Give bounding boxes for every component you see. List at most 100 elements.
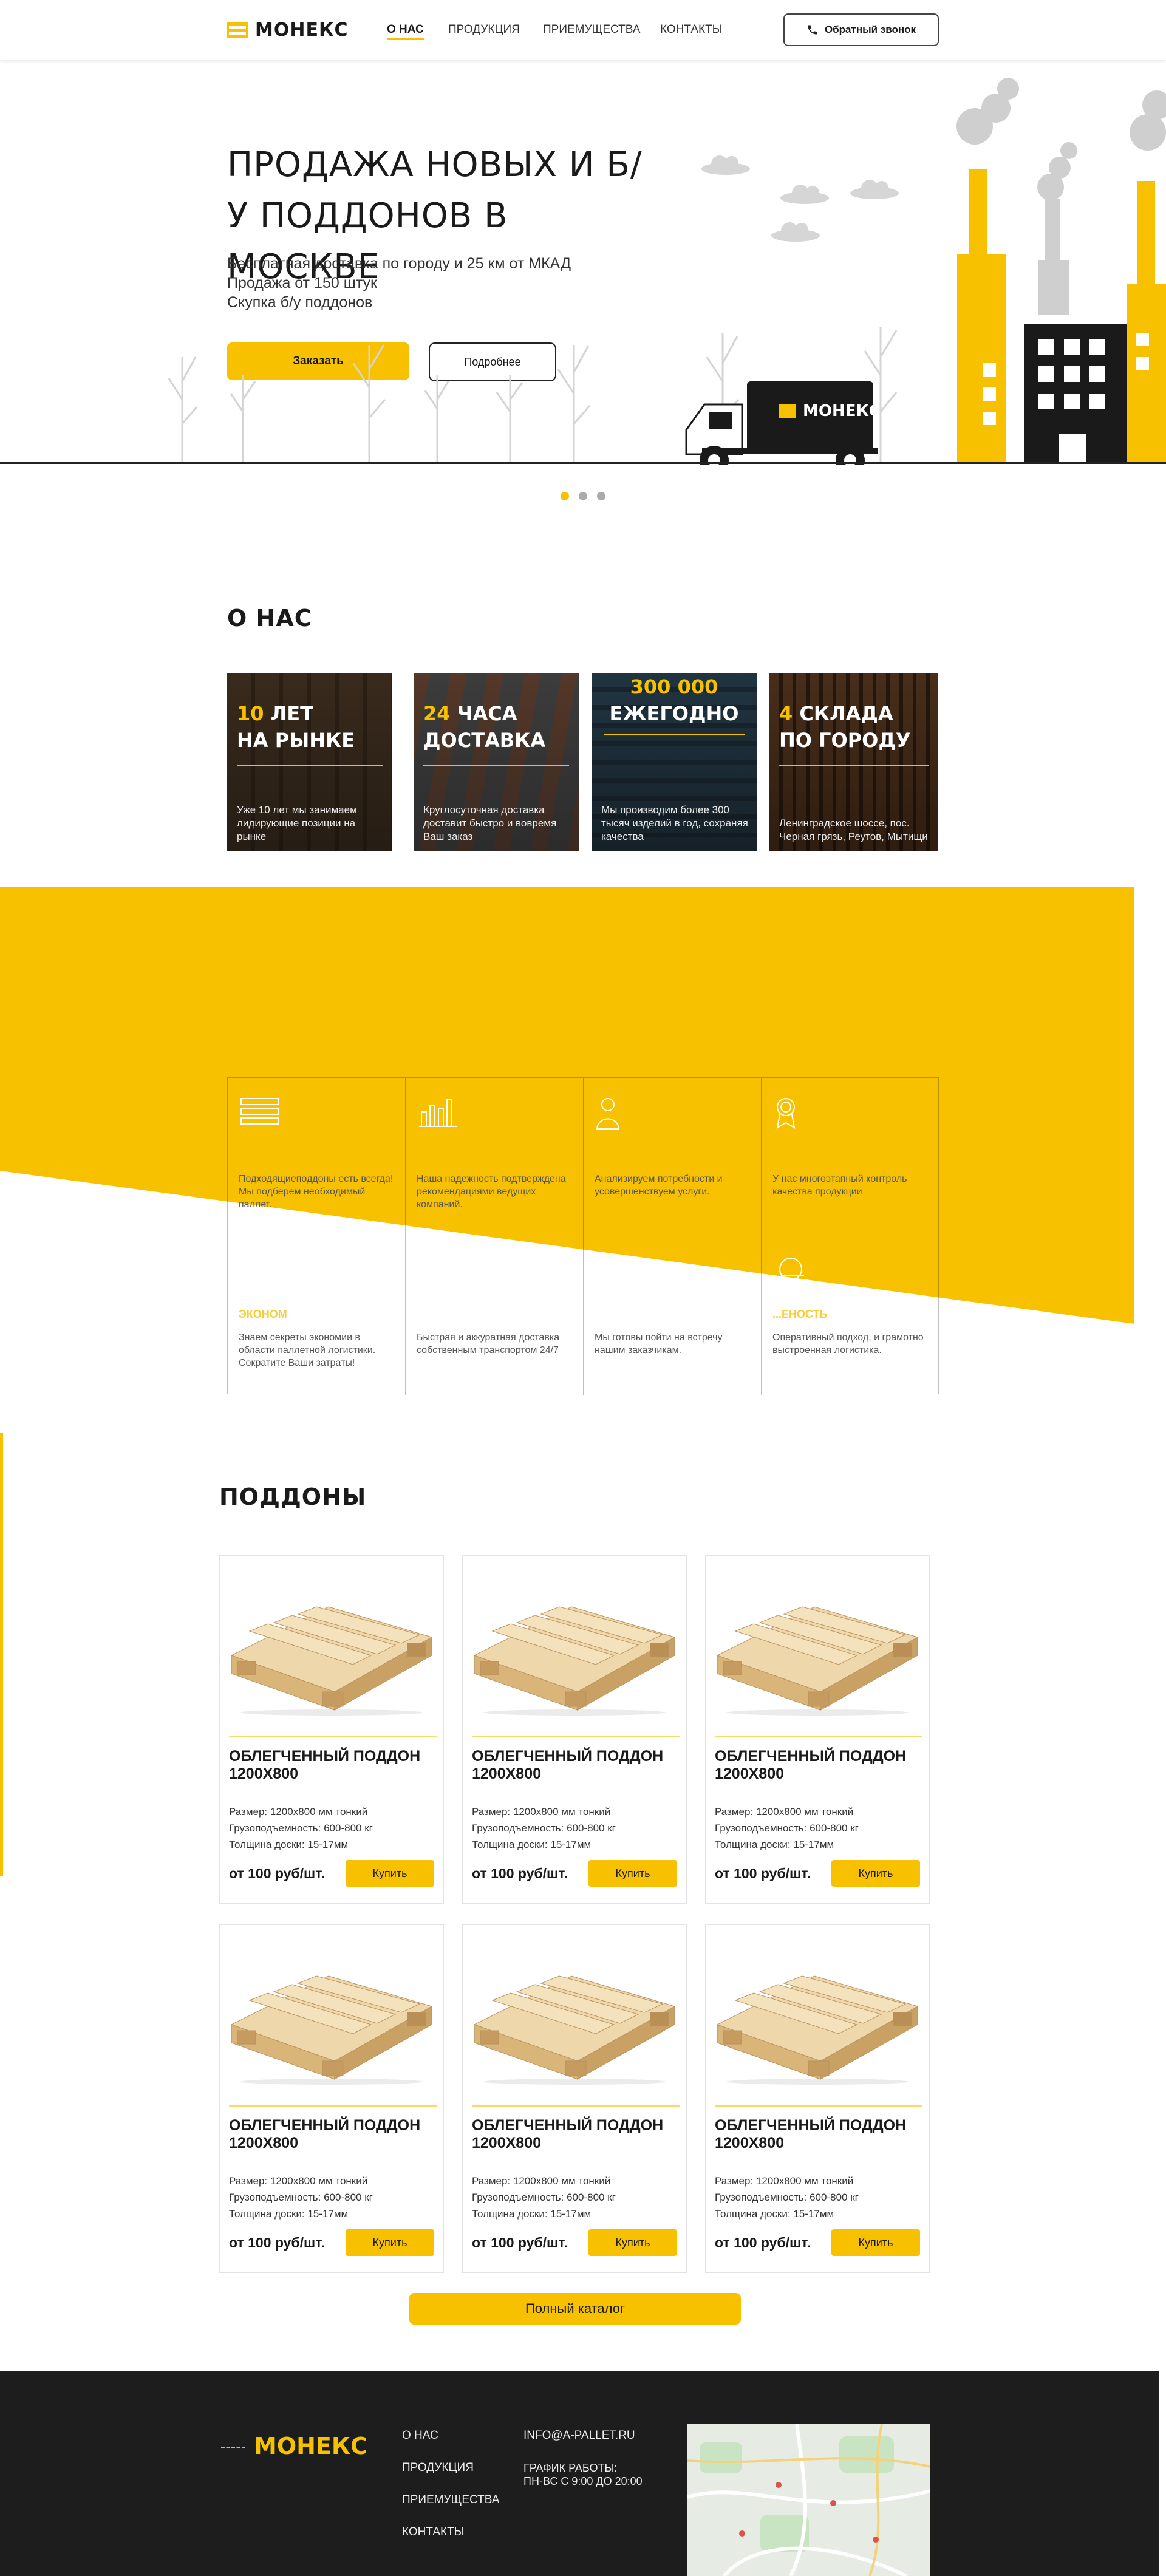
- about-card-desc: Круглосуточная доставка доставит быстро …: [423, 804, 557, 842]
- about-card-number: 4: [779, 702, 793, 725]
- pallet-image: [473, 1975, 676, 2085]
- slider-dot-3[interactable]: [597, 492, 605, 500]
- product-name[interactable]: ОБЛЕГЧЕННЫЙ ПОДДОН 1200X800: [472, 1748, 678, 1783]
- about-card-delivery: 24 ЧАСА ДОСТАВКА Круглосуточная доставка …: [414, 673, 579, 851]
- about-card-desc: Уже 10 лет мы занимаем лидирующие позици…: [237, 804, 357, 842]
- about-card-label: ПО ГОРОДУ: [779, 729, 911, 752]
- advantage-title: ЭКОНОМ: [239, 1308, 287, 1320]
- award-icon: [776, 1098, 796, 1129]
- about-card-label: ДОСТАВКА: [423, 729, 546, 752]
- phone-icon: [808, 25, 817, 35]
- advantage-item: ЭКОНОМ Знаем секреты экономии в области …: [228, 1236, 406, 1395]
- product-name[interactable]: ОБЛЕГЧЕННЫЙ ПОДДОН 1200X800: [472, 2117, 678, 2152]
- product-size: Размер: 1200х800 мм тонкий: [229, 1806, 368, 1818]
- advantage-item: Подходящиеподдоны есть всегда! Мы подбер…: [228, 1078, 406, 1236]
- footer-link-contacts[interactable]: КОНТАКТЫ: [402, 2526, 465, 2539]
- product-name[interactable]: ОБЛЕГЧЕННЫЙ ПОДДОН 1200X800: [229, 1748, 435, 1783]
- footer-hours-value: ПН-ВС С 9:00 ДО 20:00: [523, 2475, 643, 2487]
- about-card-desc: Мы производим более 300 тысяч изделий в …: [601, 804, 748, 842]
- nav-item-about[interactable]: О НАС: [387, 23, 424, 40]
- product-name[interactable]: ОБЛЕГЧЕННЫЙ ПОДДОН 1200X800: [715, 2117, 921, 2152]
- service-icon: [779, 1258, 808, 1281]
- nav-item-advantages[interactable]: ПРИЕМУЩЕСТВА: [543, 23, 640, 36]
- about-card-number: 24: [423, 702, 451, 725]
- product-specs: Размер: 1200х800 мм тонкий Грузоподъемнос…: [229, 1804, 373, 1853]
- product-load: Грузоподъемность: 600-800 кг: [472, 2192, 616, 2203]
- advantage-title: ...ЕНОСТЬ: [772, 1308, 828, 1320]
- nav-item-contacts[interactable]: КОНТАКТЫ: [660, 23, 723, 36]
- footer-hours: ГРАФИК РАБОТЫ: ПН-ВС С 9:00 ДО 20:00: [523, 2461, 643, 2488]
- product-price: от 100 руб/шт.: [472, 2235, 568, 2251]
- buy-button[interactable]: Купить: [831, 1860, 920, 1887]
- callback-button[interactable]: Обратный звонок: [783, 13, 939, 46]
- products-heading: ПОДДОНЫ: [219, 1484, 367, 1510]
- product-size: Размер: 1200х800 мм тонкий: [472, 2175, 611, 2187]
- product-price: от 100 руб/шт.: [229, 1866, 325, 1881]
- product-card: ОБЛЕГЧЕННЫЙ ПОДДОН 1200X800 Размер: 1200х…: [705, 1555, 930, 1904]
- site-footer: МОНЕКС О НАС ПРОДУКЦИЯ ПРИЕМУЩЕСТВА КОНТ…: [0, 2371, 1159, 2576]
- footer-link-products[interactable]: ПРОДУКЦИЯ: [402, 2461, 474, 2475]
- product-price: от 100 руб/шт.: [472, 1866, 568, 1881]
- product-name[interactable]: ОБЛЕГЧЕННЫЙ ПОДДОН 1200X800: [229, 2117, 435, 2152]
- buy-button[interactable]: Купить: [831, 2229, 920, 2256]
- pallet-logo-icon: [227, 22, 248, 38]
- advantage-item: Анализируем потребности и усовершенствуе…: [584, 1078, 762, 1236]
- product-thickness: Толщина доски: 15-17мм: [472, 2208, 592, 2220]
- product-specs: Размер: 1200х800 мм тонкий Грузоподъемнос…: [229, 2173, 373, 2222]
- map-icon: [687, 2424, 930, 2576]
- pallet-stack-icon: [240, 1098, 279, 1125]
- advantage-item: Быстрая и аккуратная доставка собственны…: [406, 1236, 584, 1395]
- about-card-number: 10: [237, 702, 264, 725]
- advantage-item: Наша надежность подтверждена рекомендаци…: [406, 1078, 584, 1236]
- slider-dot-2[interactable]: [579, 492, 587, 500]
- brand-name: МОНЕКС: [255, 19, 349, 41]
- product-specs: Размер: 1200х800 мм тонкий Грузоподъемнос…: [472, 2173, 616, 2222]
- brand-logo[interactable]: МОНЕКС: [227, 19, 349, 41]
- truck-brand: МОНЕКС: [803, 402, 881, 420]
- handshake-icon: [596, 1259, 636, 1281]
- buy-button[interactable]: Купить: [588, 1860, 677, 1887]
- ground-line: [0, 462, 1166, 464]
- product-specs: Размер: 1200х800 мм тонкий Грузоподъемнос…: [715, 1804, 859, 1853]
- slider-dot-1[interactable]: [561, 492, 569, 500]
- location-map[interactable]: [687, 2424, 930, 2576]
- about-card-years: 10 ЛЕТ НА РЫНКЕ Уже 10 лет мы занимаем ли…: [227, 673, 392, 851]
- footer-link-advantages[interactable]: ПРИЕМУЩЕСТВА: [402, 2493, 499, 2507]
- buy-button[interactable]: Купить: [588, 2229, 677, 2256]
- buy-button[interactable]: Купить: [346, 1860, 434, 1887]
- product-thickness: Толщина доски: 15-17мм: [229, 2208, 349, 2220]
- advantage-text: Оперативный подход, и грамотно выстроенн…: [772, 1332, 924, 1355]
- bar-chart-icon: [419, 1099, 457, 1127]
- about-card-label: ЧАСА: [457, 702, 517, 725]
- footer-hours-label: ГРАФИК РАБОТЫ:: [523, 2462, 618, 2474]
- footer-email[interactable]: INFO@A-PALLET.RU: [523, 2429, 635, 2442]
- product-size: Размер: 1200х800 мм тонкий: [472, 1806, 611, 1818]
- hero-illustration: [168, 78, 1166, 465]
- product-thickness: Толщина доски: 15-17мм: [715, 1839, 834, 1850]
- pallet-image: [230, 1975, 433, 2085]
- product-specs: Размер: 1200х800 мм тонкий Грузоподъемнос…: [715, 2173, 859, 2222]
- advantage-text: Знаем секреты экономии в области паллетн…: [239, 1332, 376, 1368]
- about-card-label: НА РЫНКЕ: [237, 729, 355, 752]
- about-heading: О НАС: [227, 605, 312, 632]
- advantage-text: Подходящиеподдоны есть всегда! Мы подбер…: [239, 1174, 394, 1210]
- product-card: ОБЛЕГЧЕННЫЙ ПОДДОН 1200X800 Размер: 1200х…: [219, 1555, 444, 1904]
- product-name[interactable]: ОБЛЕГЧЕННЫЙ ПОДДОН 1200X800: [715, 1748, 921, 1783]
- advantage-item: У нас многоэтапный контроль качества про…: [762, 1078, 939, 1236]
- footer-logo[interactable]: МОНЕКС: [221, 2433, 367, 2459]
- advantage-text: Мы готовы пойти на встречу нашим заказчи…: [595, 1332, 723, 1355]
- footer-link-about[interactable]: О НАС: [402, 2429, 438, 2442]
- clouds-icon: [701, 155, 899, 242]
- product-card: ОБЛЕГЧЕННЫЙ ПОДДОН 1200X800 Размер: 1200х…: [705, 1924, 930, 2273]
- pallet-image: [716, 1606, 919, 1716]
- nav-item-products[interactable]: ПРОДУКЦИЯ: [448, 23, 520, 36]
- product-load: Грузоподъемность: 600-800 кг: [229, 1822, 373, 1834]
- buy-button[interactable]: Купить: [346, 2229, 434, 2256]
- product-card: ОБЛЕГЧЕННЫЙ ПОДДОН 1200X800 Размер: 1200х…: [462, 1924, 687, 2273]
- factory-icon: [956, 78, 1166, 463]
- advantage-item: ...ЕНОСТЬ Оперативный подход, и грамотно…: [762, 1236, 939, 1395]
- product-load: Грузоподъемность: 600-800 кг: [715, 2192, 859, 2203]
- site-header: МОНЕКС О НАС ПРОДУКЦИЯ ПРИЕМУЩЕСТВА КОНТ…: [0, 0, 1166, 60]
- full-catalog-button[interactable]: Полный каталог: [409, 2293, 741, 2325]
- about-card-label: ЕЖЕГОДНО: [609, 702, 739, 725]
